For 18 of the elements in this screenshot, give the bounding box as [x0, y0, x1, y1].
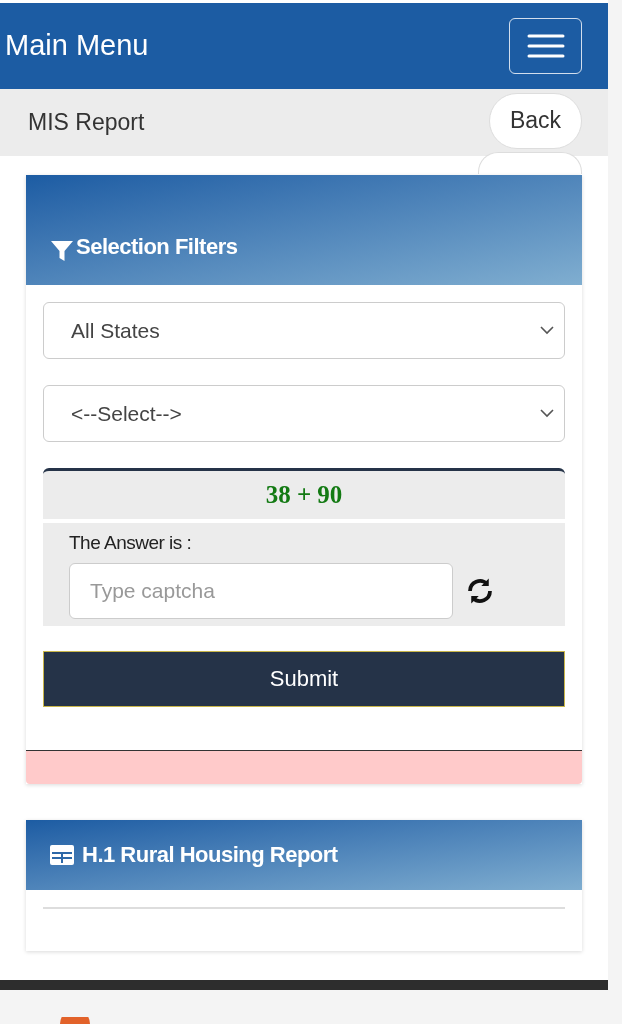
card-title: Selection Filters [76, 233, 238, 261]
card-title: H.1 Rural Housing Report [82, 841, 338, 869]
filter-icon [50, 239, 74, 263]
table-icon [50, 844, 74, 865]
captcha-input[interactable]: Type captcha [69, 562, 453, 619]
back-button[interactable]: Back [489, 92, 582, 149]
dropdown[interactable]: All States [43, 302, 565, 359]
submit-button[interactable]: Submit [43, 650, 565, 707]
captcha-question: 38 + 90 [264, 480, 344, 511]
answer-label: The Answer is : [69, 531, 193, 555]
menu-button[interactable] [509, 18, 582, 74]
chevron-down-icon [540, 409, 554, 418]
footer-logo-icon [60, 1017, 90, 1024]
chevron-down-icon [540, 326, 554, 335]
header-title: Main Menu [5, 28, 149, 64]
page-title: MIS Report [28, 108, 145, 138]
dropdown[interactable]: <--Select--> [43, 385, 565, 442]
menu-icon [526, 33, 565, 59]
